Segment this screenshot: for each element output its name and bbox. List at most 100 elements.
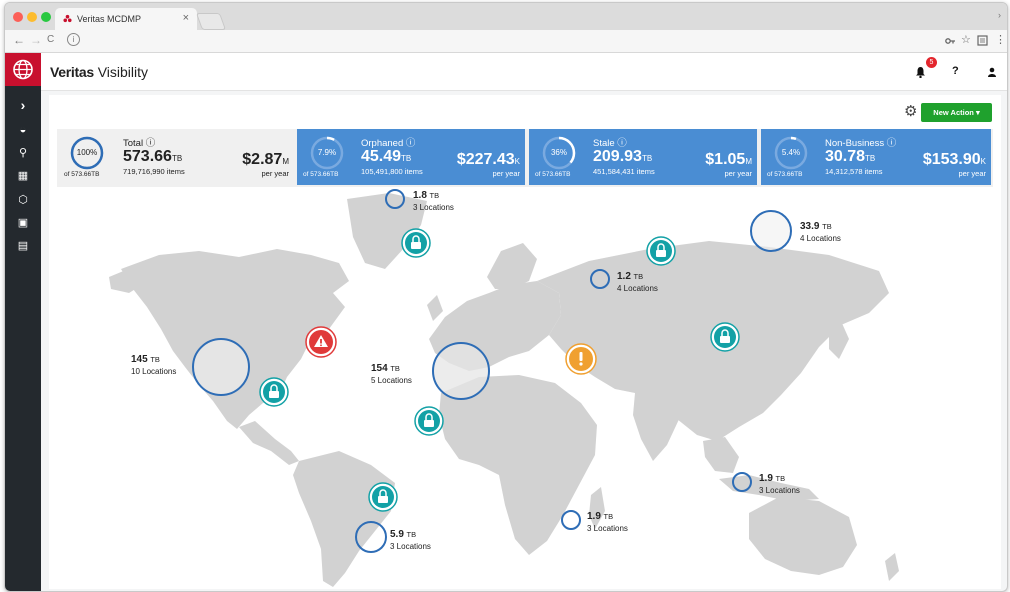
cube-icon[interactable]: ⬡ bbox=[14, 193, 32, 207]
new-tab-button[interactable] bbox=[195, 13, 227, 30]
europe-unit: TB bbox=[390, 364, 400, 373]
close-window-button[interactable] bbox=[13, 12, 23, 22]
lock-marker-brazil[interactable] bbox=[368, 482, 398, 512]
forward-icon[interactable]: → bbox=[30, 33, 42, 47]
key-icon[interactable] bbox=[945, 37, 956, 45]
uk-landmass bbox=[427, 295, 443, 321]
orphaned-money-number: $227.43 bbox=[456, 151, 515, 168]
madagascar-value: 1.9 bbox=[587, 511, 601, 522]
europe-bubble[interactable] bbox=[432, 342, 490, 400]
non-business-items: 14,312,578 items bbox=[825, 167, 883, 176]
indonesia-label: 1.9 TB 3 Locations bbox=[759, 473, 800, 495]
north-america-label: 145 TB 10 Locations bbox=[131, 354, 176, 376]
lock-marker-greenland[interactable] bbox=[401, 228, 431, 258]
stale-pct: 36% bbox=[550, 148, 567, 157]
tab-close-icon[interactable]: × bbox=[183, 12, 189, 24]
minimize-window-button[interactable] bbox=[27, 12, 37, 22]
madagascar-bubble[interactable] bbox=[561, 510, 581, 530]
australia-landmass bbox=[749, 497, 857, 575]
europe-label: 154 TB 5 Locations bbox=[371, 363, 412, 385]
total-pct: 100% bbox=[76, 148, 98, 157]
non-business-pct: 5.4% bbox=[781, 148, 801, 157]
browser-window: Veritas MCDMP × › ← → C i ☆ ⋮ › ◒ ⚲ ▦ ⬡ bbox=[4, 2, 1008, 592]
stat-orphaned[interactable]: 7.9% of 573.66TB Orphaned ⓘ 45.49TB 105,… bbox=[297, 129, 525, 185]
north-america-bubble[interactable] bbox=[192, 338, 250, 396]
pin-icon[interactable]: ⚲ bbox=[14, 146, 32, 160]
reload-icon[interactable]: C bbox=[47, 34, 54, 45]
orphaned-value-number: 45.49 bbox=[361, 148, 402, 165]
critical-alert-marker[interactable] bbox=[305, 326, 337, 358]
russia-north-unit: TB bbox=[633, 272, 644, 281]
north-america-locations: 10 Locations bbox=[131, 367, 177, 376]
star-icon[interactable]: ☆ bbox=[961, 33, 971, 46]
lock-marker-usa[interactable] bbox=[259, 377, 289, 407]
non-business-money-unit: K bbox=[980, 157, 986, 166]
cast-icon[interactable] bbox=[977, 35, 988, 46]
new-action-button[interactable]: New Action ▾ bbox=[921, 103, 992, 122]
indonesia-value: 1.9 bbox=[759, 473, 773, 484]
stat-stale[interactable]: 36% of 573.66TB Stale ⓘ 209.93TB 451,584… bbox=[529, 129, 757, 185]
stale-money-unit: M bbox=[745, 157, 752, 166]
russia-north-label: 1.2 TB 4 Locations bbox=[617, 271, 658, 293]
madagascar-locations: 3 Locations bbox=[587, 524, 628, 533]
non-business-money: $153.90K bbox=[923, 151, 986, 169]
total-of: of 573.66TB bbox=[64, 171, 100, 178]
total-money: $2.87M bbox=[242, 151, 289, 169]
non-business-title: Non-Business ⓘ bbox=[825, 138, 897, 149]
veritas-favicon-icon bbox=[63, 14, 72, 23]
veritas-logo[interactable] bbox=[5, 53, 41, 86]
address-bar[interactable]: i bbox=[67, 33, 947, 48]
orphaned-of: of 573.66TB bbox=[303, 171, 339, 178]
stale-items: 451,584,431 items bbox=[593, 167, 655, 176]
tab-strip: Veritas MCDMP × › bbox=[5, 3, 1007, 30]
notification-badge: 5 bbox=[926, 57, 937, 68]
lock-marker-africa[interactable] bbox=[414, 406, 444, 436]
greenland-locations: 3 Locations bbox=[413, 203, 454, 212]
list-icon[interactable]: ▤ bbox=[14, 239, 32, 253]
world-map[interactable] bbox=[49, 189, 1001, 589]
indonesia-unit: TB bbox=[775, 474, 786, 483]
brand-light: Visibility bbox=[93, 64, 149, 80]
total-value-unit: TB bbox=[171, 154, 183, 163]
tab-title: Veritas MCDMP bbox=[77, 14, 142, 24]
warning-alert-marker[interactable] bbox=[565, 343, 597, 375]
stale-value-number: 209.93 bbox=[593, 148, 642, 165]
app-header: Veritas Visibility 5 ? bbox=[41, 53, 1007, 91]
stale-title: Stale ⓘ bbox=[593, 138, 627, 149]
russia-north-value: 1.2 bbox=[617, 271, 631, 282]
browser-toolbar: ← → C i ☆ ⋮ bbox=[5, 30, 1007, 53]
brand-bold: Veritas bbox=[50, 64, 94, 80]
non-business-value-number: 30.78 bbox=[825, 148, 866, 165]
non-business-value-unit: TB bbox=[865, 154, 876, 163]
stale-value-unit: TB bbox=[641, 154, 653, 163]
help-icon[interactable]: ? bbox=[952, 65, 959, 77]
russia-east-value: 33.9 bbox=[800, 221, 820, 232]
maximize-window-button[interactable] bbox=[41, 12, 51, 22]
total-per-year: per year bbox=[261, 169, 289, 178]
lock-marker-russia[interactable] bbox=[646, 236, 676, 266]
russia-east-locations: 4 Locations bbox=[800, 234, 841, 243]
stat-total[interactable]: 100% of 573.66TB Total ⓘ 573.66TB 719,71… bbox=[57, 129, 293, 185]
greenland-value: 1.8 bbox=[413, 190, 427, 201]
north-america-unit: TB bbox=[150, 355, 160, 364]
dashboard-icon[interactable]: ◒ bbox=[14, 123, 32, 137]
tab-menu-chevron-icon[interactable]: › bbox=[998, 10, 1001, 20]
menu-icon[interactable]: ⋮ bbox=[995, 33, 1006, 46]
lock-marker-east-asia[interactable] bbox=[710, 322, 740, 352]
user-icon[interactable] bbox=[987, 67, 997, 77]
stale-per-year: per year bbox=[724, 169, 752, 178]
bell-icon[interactable] bbox=[915, 66, 926, 78]
stat-non-business[interactable]: 5.4% of 573.66TB Non-Business ⓘ 30.78TB … bbox=[761, 129, 991, 185]
report-icon[interactable]: ▣ bbox=[14, 216, 32, 230]
grid-icon[interactable]: ▦ bbox=[14, 169, 32, 183]
gear-icon[interactable]: ⚙ bbox=[904, 102, 917, 120]
back-icon[interactable]: ← bbox=[13, 33, 25, 47]
site-info-icon[interactable]: i bbox=[67, 33, 80, 46]
russia-east-unit: TB bbox=[822, 222, 832, 231]
orphaned-title: Orphaned ⓘ bbox=[361, 138, 416, 149]
russia-north-locations: 4 Locations bbox=[617, 284, 658, 293]
central-america-landmass bbox=[239, 421, 299, 465]
russia-east-bubble[interactable] bbox=[750, 210, 792, 252]
expand-icon[interactable]: › bbox=[14, 98, 32, 112]
browser-tab[interactable]: Veritas MCDMP × bbox=[55, 8, 197, 30]
